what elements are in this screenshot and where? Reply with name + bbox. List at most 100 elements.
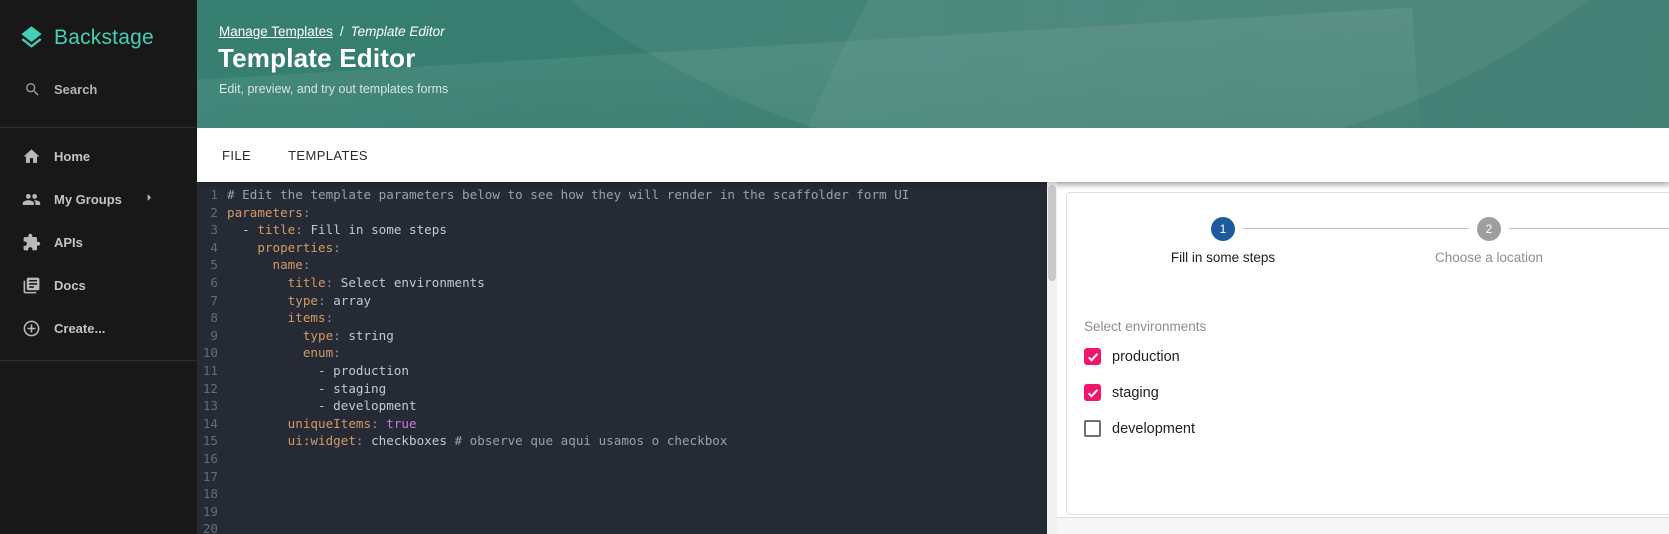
line-number: 16: [197, 450, 218, 468]
code-editor[interactable]: 1234567891011121314151617181920 # Edit t…: [197, 182, 1047, 534]
menu-item-templates[interactable]: TEMPLATES: [288, 148, 368, 163]
sidebar-item-search[interactable]: Search: [24, 81, 97, 98]
line-number: 17: [197, 468, 218, 486]
sidebar-item-docs[interactable]: Docs: [0, 264, 197, 307]
code-line: [227, 468, 909, 486]
line-number: 18: [197, 485, 218, 503]
line-number: 2: [197, 204, 218, 222]
editor-gutter: 1234567891011121314151617181920: [197, 186, 222, 534]
code-line: [227, 450, 909, 468]
code-line: parameters:: [227, 204, 909, 222]
menu-item-file[interactable]: FILE: [222, 148, 251, 163]
step-1-label: Fill in some steps: [1123, 250, 1323, 265]
checkbox-row-development[interactable]: development: [1084, 420, 1195, 437]
page-title: Template Editor: [218, 43, 416, 74]
line-number: 9: [197, 327, 218, 345]
checkbox-checked-icon[interactable]: [1084, 384, 1101, 401]
code-line: name:: [227, 256, 909, 274]
bottom-strip: [1057, 517, 1669, 534]
line-number: 12: [197, 380, 218, 398]
step-connector-2: [1509, 228, 1669, 229]
layers-logo-icon: [18, 24, 45, 51]
code-line: - title: Fill in some steps: [227, 221, 909, 239]
line-number: 10: [197, 344, 218, 362]
home-icon: [22, 147, 41, 166]
step-connector-1: [1243, 228, 1469, 229]
code-line: [227, 485, 909, 503]
line-number: 20: [197, 520, 218, 534]
step-2-circle: 2: [1477, 217, 1501, 241]
sidebar-divider-bottom: [0, 360, 197, 361]
checkbox-checked-icon[interactable]: [1084, 348, 1101, 365]
code-line: ui:widget: checkboxes # observe que aqui…: [227, 432, 909, 450]
checkbox-row-staging[interactable]: staging: [1084, 384, 1159, 401]
sidebar-nav: Home My Groups APIs Docs Create...: [0, 135, 197, 350]
checkbox-label: production: [1112, 349, 1180, 365]
sidebar-item-label: Create...: [54, 321, 105, 336]
sidebar-item-apis[interactable]: APIs: [0, 221, 197, 264]
breadcrumb-separator: /: [340, 24, 344, 39]
menubar: FILE TEMPLATES: [197, 128, 1669, 182]
breadcrumb: Manage Templates / Template Editor: [219, 24, 445, 39]
sidebar-item-label: Home: [54, 149, 90, 164]
sidebar-item-my-groups[interactable]: My Groups: [0, 178, 197, 221]
line-number: 19: [197, 503, 218, 521]
line-number: 3: [197, 221, 218, 239]
line-number: 4: [197, 239, 218, 257]
breadcrumb-link-manage-templates[interactable]: Manage Templates: [219, 24, 333, 39]
line-number: 13: [197, 397, 218, 415]
line-number: 8: [197, 309, 218, 327]
line-number: 1: [197, 186, 218, 204]
code-line: title: Select environments: [227, 274, 909, 292]
line-number: 11: [197, 362, 218, 380]
sidebar-item-create[interactable]: Create...: [0, 307, 197, 350]
sidebar-item-label: APIs: [54, 235, 83, 250]
line-number: 15: [197, 432, 218, 450]
code-line: [227, 503, 909, 521]
code-line: properties:: [227, 239, 909, 257]
search-icon: [24, 81, 41, 98]
field-label: Select environments: [1084, 319, 1206, 334]
sidebar-item-label: My Groups: [54, 192, 122, 207]
code-line: [227, 520, 909, 534]
sidebar-divider: [0, 127, 197, 128]
backstage-logo[interactable]: Backstage: [18, 24, 154, 51]
scrollbar-thumb[interactable]: [1048, 185, 1056, 281]
sidebar: Backstage Search Home My Groups APIs Docs Cr…: [0, 0, 197, 534]
code-line: - staging: [227, 380, 909, 398]
app-window: Backstage Search Home My Groups APIs Docs Cr…: [0, 0, 1669, 534]
page-header: Manage Templates / Template Editor Templ…: [197, 0, 1669, 128]
line-number: 5: [197, 256, 218, 274]
code-line: items:: [227, 309, 909, 327]
step-2-label: Choose a location: [1389, 250, 1589, 265]
sidebar-item-home[interactable]: Home: [0, 135, 197, 178]
checkbox-label: staging: [1112, 385, 1159, 401]
preview-panel: 1 2 Fill in some steps Choose a location…: [1057, 182, 1669, 534]
line-number: 6: [197, 274, 218, 292]
logo-text: Backstage: [54, 26, 154, 50]
add-circle-icon: [22, 319, 41, 338]
sidebar-item-label: Docs: [54, 278, 86, 293]
editor-code: # Edit the template parameters below to …: [222, 186, 909, 534]
line-number: 14: [197, 415, 218, 433]
chevron-right-icon: [141, 189, 157, 210]
content-area: 1234567891011121314151617181920 # Edit t…: [197, 182, 1669, 534]
code-line: enum:: [227, 344, 909, 362]
group-icon: [22, 190, 41, 209]
code-line: type: array: [227, 292, 909, 310]
docs-icon: [22, 276, 41, 295]
code-line: - production: [227, 362, 909, 380]
editor-scrollbar: [1047, 182, 1057, 534]
code-line: type: string: [227, 327, 909, 345]
checkbox-unchecked-icon[interactable]: [1084, 420, 1101, 437]
search-label: Search: [54, 82, 97, 97]
checkbox-label: development: [1112, 421, 1195, 437]
breadcrumb-current: Template Editor: [351, 24, 445, 39]
code-line: # Edit the template parameters below to …: [227, 186, 909, 204]
code-line: uniqueItems: true: [227, 415, 909, 433]
checkbox-row-production[interactable]: production: [1084, 348, 1180, 365]
code-line: - development: [227, 397, 909, 415]
form-card: 1 2 Fill in some steps Choose a location…: [1066, 192, 1669, 515]
page-subtitle: Edit, preview, and try out templates for…: [219, 82, 448, 96]
step-1-circle: 1: [1211, 217, 1235, 241]
